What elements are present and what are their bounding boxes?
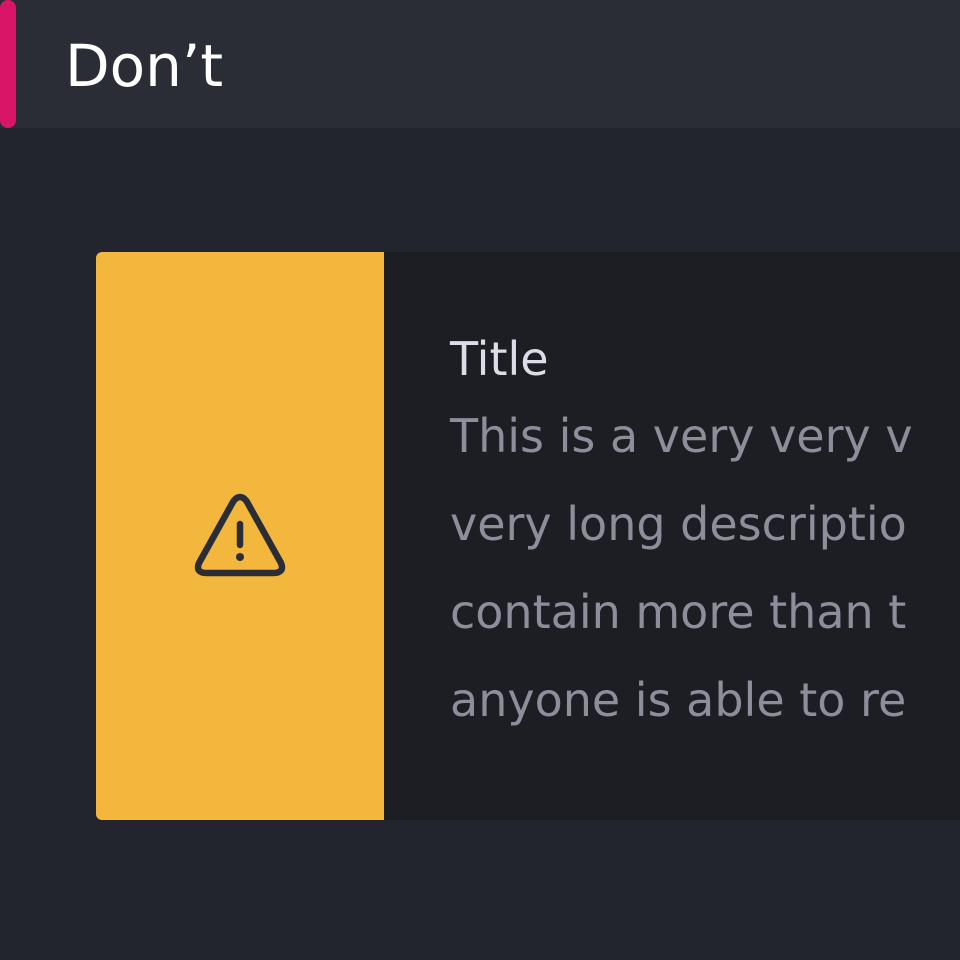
description-line: This is a very very v xyxy=(450,409,913,463)
warning-toast: Title This is a very very v very long de… xyxy=(96,252,960,820)
toast-description: This is a very very v very long descript… xyxy=(450,392,960,744)
description-line: anyone is able to re xyxy=(450,673,907,727)
description-line: very long descriptio xyxy=(450,497,907,551)
toast-content: Title This is a very very v very long de… xyxy=(450,326,960,744)
description-line: contain more than t xyxy=(450,585,907,639)
section-header: Don’t xyxy=(0,0,960,128)
toast-title: Title xyxy=(450,332,549,386)
page-title: Don’t xyxy=(65,32,224,100)
toast-icon-panel xyxy=(96,252,384,820)
warning-triangle-icon xyxy=(194,493,286,577)
header-accent-bar xyxy=(0,0,16,128)
